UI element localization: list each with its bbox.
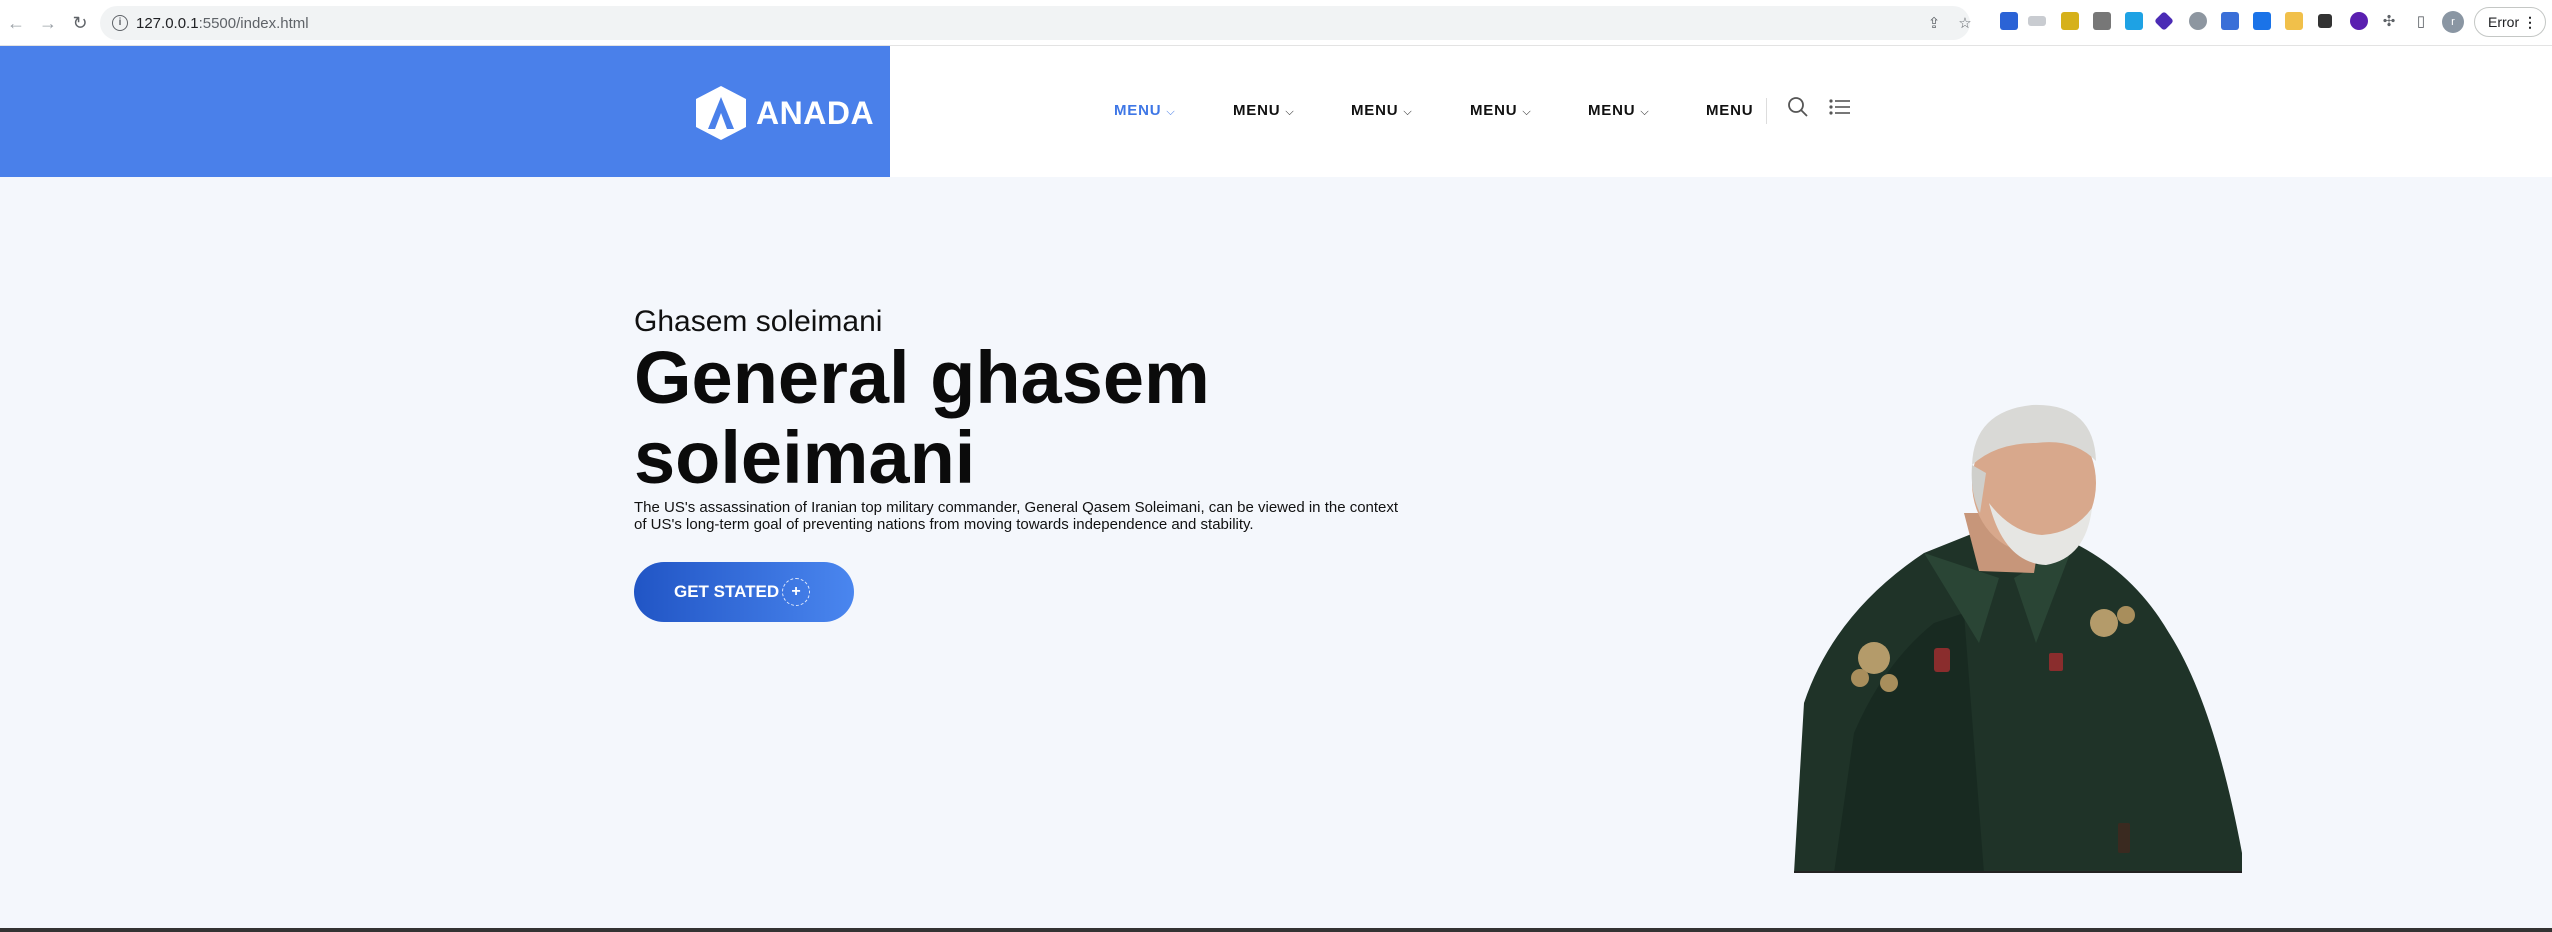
side-panel-icon[interactable]: ▯ bbox=[2412, 13, 2430, 31]
extension-icon[interactable] bbox=[2189, 12, 2207, 30]
site-header: ANADA MENU ⌵ MENU ⌵ MENU ⌵ MENU ⌵ MENU ⌵ MENU bbox=[0, 46, 2552, 177]
extension-icon[interactable] bbox=[2028, 16, 2046, 26]
hero-subtitle: Ghasem soleimani bbox=[634, 305, 883, 338]
nav-menu-item-4[interactable]: MENU ⌵ bbox=[1470, 102, 1532, 119]
extension-icon[interactable] bbox=[2350, 12, 2368, 30]
extension-icon[interactable] bbox=[2318, 14, 2332, 28]
chevron-down-icon: ⌵ bbox=[1522, 106, 1532, 118]
get-started-button[interactable]: GET STATED + bbox=[634, 562, 854, 622]
hero-description: The US's assassination of Iranian top mi… bbox=[634, 499, 1399, 533]
extension-icon[interactable] bbox=[2093, 12, 2111, 30]
reload-icon[interactable]: ↻ bbox=[68, 11, 92, 35]
extension-icon[interactable] bbox=[2000, 12, 2018, 30]
address-bar[interactable]: i 127.0.0.1:5500/index.html ⇪ ☆ bbox=[100, 6, 1972, 40]
menu-divider bbox=[1766, 98, 1767, 124]
profile-avatar[interactable]: r bbox=[2442, 11, 2464, 33]
nav-menu-item-3[interactable]: MENU ⌵ bbox=[1351, 102, 1413, 119]
nav-menu-item-6[interactable]: MENU bbox=[1706, 102, 1753, 119]
site-info-icon[interactable]: i bbox=[112, 15, 128, 31]
plus-icon: + bbox=[782, 578, 810, 606]
hero-portrait-image bbox=[1794, 404, 2242, 873]
extension-icon[interactable] bbox=[2221, 12, 2239, 30]
share-icon[interactable]: ⇪ bbox=[1925, 15, 1943, 33]
back-icon[interactable]: ← bbox=[4, 11, 28, 35]
hero-title: General ghasem soleimani bbox=[634, 336, 1210, 499]
extension-icon[interactable] bbox=[2285, 12, 2303, 30]
logo-hexagon-icon bbox=[696, 86, 746, 140]
search-icon[interactable] bbox=[1787, 96, 1809, 123]
chevron-down-icon: ⌵ bbox=[1640, 106, 1650, 118]
puzzle-extensions-icon[interactable]: ✣ bbox=[2380, 13, 2398, 31]
bookmark-star-icon[interactable]: ☆ bbox=[1956, 15, 1974, 33]
chevron-down-icon: ⌵ bbox=[1403, 106, 1413, 118]
page-bottom-edge bbox=[0, 928, 2552, 932]
extension-icon[interactable] bbox=[2061, 12, 2079, 30]
logo-text: ANADA bbox=[756, 95, 875, 131]
more-vert-icon: ⋮ bbox=[2523, 14, 2537, 30]
list-icon[interactable] bbox=[1829, 98, 1851, 121]
nav-menu-item-1[interactable]: MENU ⌵ bbox=[1114, 102, 1176, 119]
extension-icon[interactable] bbox=[2154, 11, 2174, 31]
nav-menu-item-2[interactable]: MENU ⌵ bbox=[1233, 102, 1295, 119]
download-icon[interactable] bbox=[2253, 12, 2271, 30]
logo-panel: ANADA bbox=[0, 46, 890, 177]
forward-icon[interactable]: → bbox=[36, 11, 60, 35]
chevron-down-icon: ⌵ bbox=[1166, 106, 1176, 118]
nav-menu-item-5[interactable]: MENU ⌵ bbox=[1588, 102, 1650, 119]
extension-icon[interactable] bbox=[2125, 12, 2143, 30]
chevron-down-icon: ⌵ bbox=[1285, 106, 1295, 118]
error-button[interactable]: Error ⋮ bbox=[2474, 7, 2546, 37]
browser-toolbar: ← → ↻ i 127.0.0.1:5500/index.html ⇪ ☆ ✣ … bbox=[0, 0, 2552, 46]
url-text[interactable]: 127.0.0.1:5500/index.html bbox=[136, 15, 309, 32]
